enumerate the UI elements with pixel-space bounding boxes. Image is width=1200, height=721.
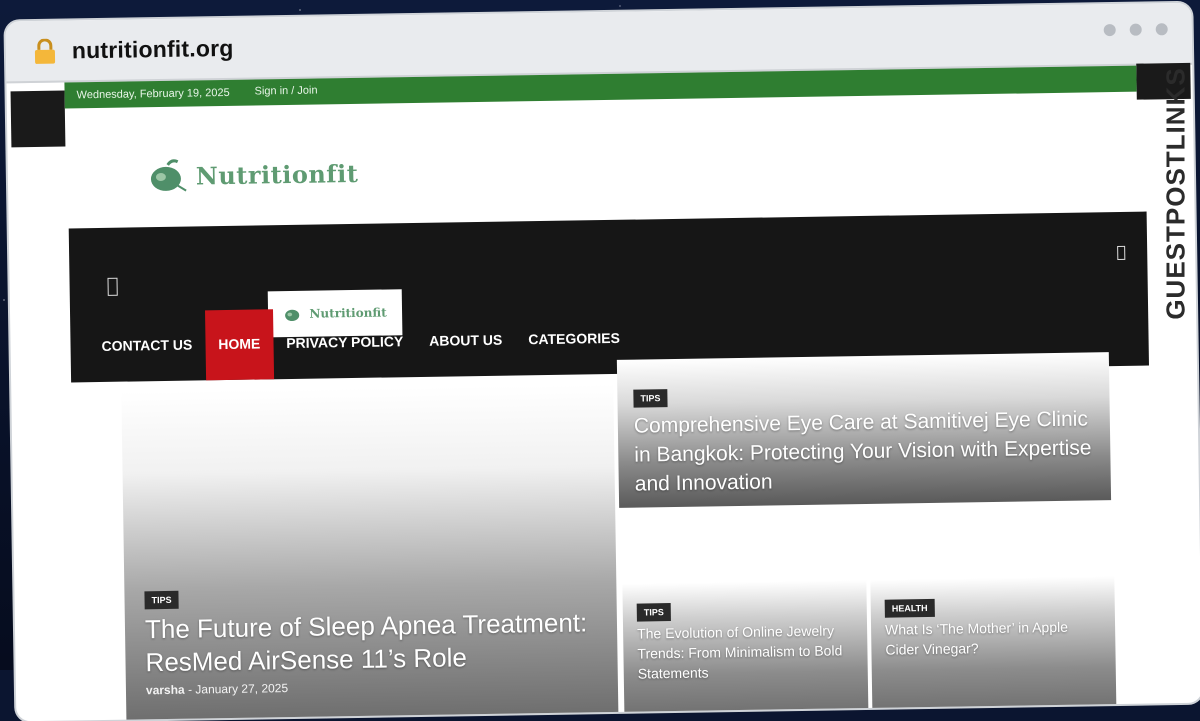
nav-item-contact-us[interactable]: CONTACT US (88, 310, 206, 382)
category-badge[interactable]: TIPS (144, 590, 179, 610)
menu-icon[interactable] (107, 277, 118, 296)
watermark-text: GUESTPOSTLINKS (1160, 67, 1191, 320)
category-badge[interactable]: HEALTH (884, 598, 935, 618)
nav-item-home[interactable]: HOME (204, 309, 274, 381)
post-meta: varsha - January 27, 2025 (146, 681, 288, 697)
logo-icon (150, 159, 187, 192)
window-controls (1103, 23, 1168, 37)
sign-in-link[interactable]: Sign in / Join (254, 85, 317, 98)
post-title[interactable]: The Future of Sleep Apnea Treatment: Res… (145, 606, 596, 679)
site-logo[interactable]: Nutritionfit (148, 156, 359, 193)
browser-window: nutritionfit.org Wednesday, February 19,… (5, 2, 1200, 721)
window-dot[interactable] (1129, 23, 1142, 36)
post-title[interactable]: What Is ‘The Mother’ in Apple Cider Vine… (885, 616, 1106, 659)
post-title[interactable]: Comprehensive Eye Care at Samitivej Eye … (634, 404, 1095, 498)
address-bar-url[interactable]: nutritionfit.org (72, 35, 234, 65)
featured-small-post[interactable]: HEALTH What Is ‘The Mother’ in Apple Cid… (870, 576, 1117, 720)
category-badge[interactable]: TIPS (633, 389, 668, 408)
post-date: January 27, 2025 (195, 681, 289, 697)
search-icon[interactable] (1117, 245, 1126, 260)
current-date: Wednesday, February 19, 2025 (76, 86, 230, 102)
post-title[interactable]: The Evolution of Online Jewelry Trends: … (637, 620, 858, 683)
nav-menu: CONTACT US HOME PRIVACY POLICY ABOUT US … (88, 304, 633, 383)
window-dot[interactable] (1155, 23, 1168, 36)
category-badge[interactable]: TIPS (636, 603, 671, 622)
featured-hero-post[interactable]: TIPS The Future of Sleep Apnea Treatment… (121, 383, 619, 721)
nav-item-categories[interactable]: CATEGORIES (515, 304, 634, 376)
lock-icon (34, 38, 56, 64)
watermark: GUESTPOSTLINKS (1160, 58, 1200, 358)
post-author[interactable]: varsha (146, 683, 185, 698)
featured-top-post[interactable]: TIPS Comprehensive Eye Care at Samitivej… (616, 352, 1112, 508)
left-corner-block (10, 90, 66, 148)
window-dot[interactable] (1103, 23, 1116, 37)
nav-item-about-us[interactable]: ABOUT US (416, 305, 516, 377)
nav-item-privacy-policy[interactable]: PRIVACY POLICY (273, 307, 417, 379)
featured-small-post[interactable]: TIPS The Evolution of Online Jewelry Tre… (622, 579, 869, 721)
logo-text: Nutritionfit (195, 158, 359, 190)
